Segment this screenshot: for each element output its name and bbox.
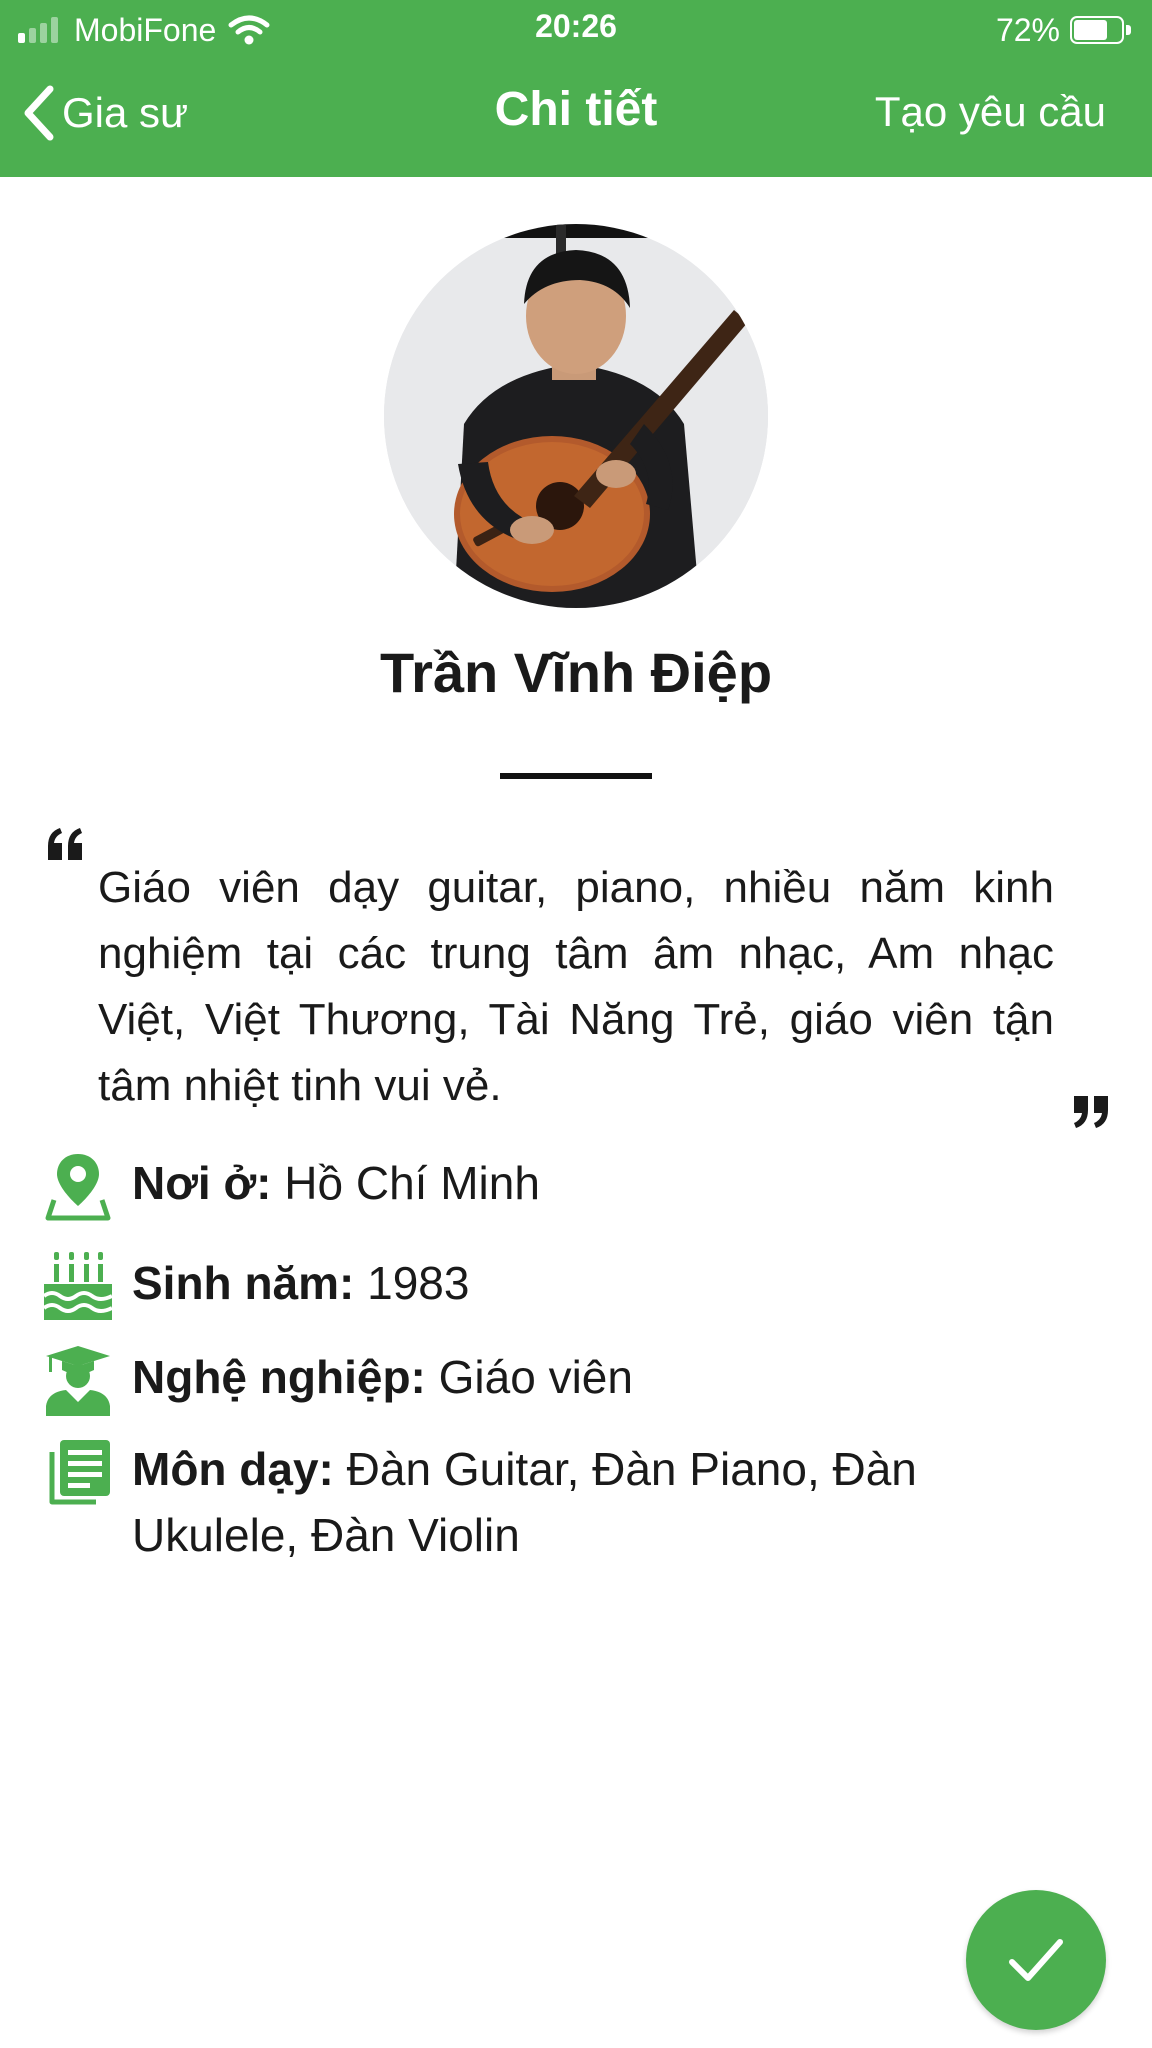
info-row-birth-year: Sinh năm: 1983	[40, 1250, 1032, 1322]
birth-year-value: 1983	[367, 1257, 470, 1309]
tutor-bio: Giáo viên dạy guitar, piano, nhiều năm k…	[98, 863, 1054, 1110]
status-time: 20:26	[535, 8, 617, 44]
checkmark-icon	[1009, 1939, 1063, 1981]
occupation-label: Nghệ nghiệp:	[132, 1351, 426, 1403]
location-label: Nơi ở:	[132, 1157, 272, 1209]
occupation-value: Giáo viên	[438, 1351, 633, 1403]
notes-icon	[49, 1440, 110, 1505]
birth-year-label: Sinh năm:	[132, 1257, 355, 1309]
status-bar: MobiFone 20:26 72%	[0, 0, 1152, 58]
battery-percent: 72%	[995, 11, 1060, 48]
navigation-header: MobiFone 20:26 72% Gia sư Chi tiết Tạo y…	[0, 0, 1152, 177]
create-request-button[interactable]: Tạo yêu cầu	[875, 88, 1106, 136]
graduate-icon	[46, 1346, 110, 1416]
quote-open-icon	[48, 828, 82, 860]
confirm-button[interactable]	[966, 1890, 1106, 2030]
birthday-cake-icon	[42, 1252, 113, 1320]
subjects-label: Môn dạy:	[132, 1443, 334, 1495]
avatar	[384, 224, 768, 608]
info-row-location: Nơi ở: Hồ Chí Minh	[40, 1150, 1032, 1222]
tutor-name: Trần Vĩnh Điệp	[379, 641, 773, 704]
divider	[500, 773, 652, 779]
location-value: Hồ Chí Minh	[284, 1157, 540, 1209]
info-row-occupation: Nghệ nghiệp: Giáo viên	[40, 1344, 1032, 1416]
info-row-subjects: Môn dạy: Đàn Guitar, Đàn Piano, Đàn Ukul…	[40, 1436, 1032, 1568]
status-right: 72%	[996, 8, 1132, 52]
battery-icon	[1070, 16, 1132, 44]
quote-close-icon	[1074, 1096, 1108, 1128]
location-pin-icon	[45, 1154, 111, 1221]
tutor-photo	[384, 224, 768, 608]
